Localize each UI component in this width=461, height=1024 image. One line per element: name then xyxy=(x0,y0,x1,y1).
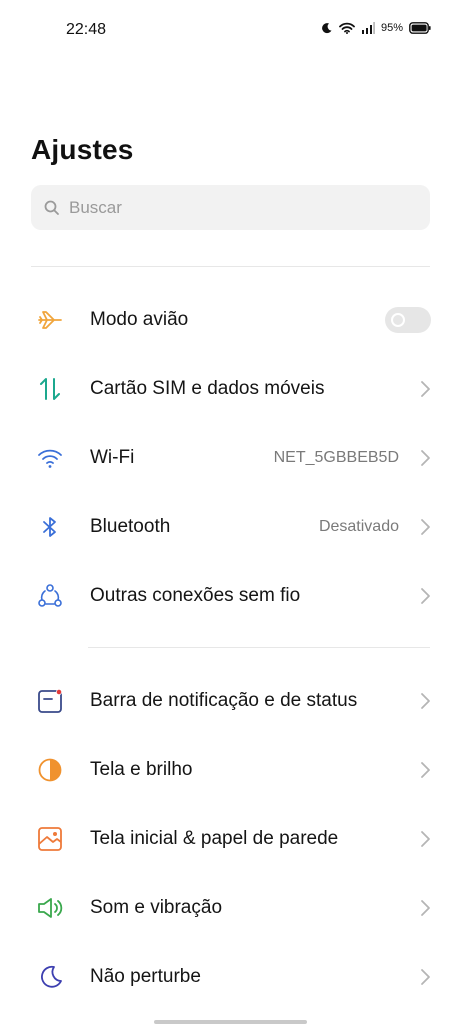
settings-item-sim-data[interactable]: Cartão SIM e dados móveis xyxy=(0,361,461,417)
battery-icon xyxy=(409,22,431,34)
settings-item-label: Wi-Fi xyxy=(90,447,135,468)
wifi-network-value: NET_5GBBEB5D xyxy=(273,449,399,466)
settings-item-label: Modo avião xyxy=(90,309,189,330)
settings-item-display-brightness[interactable]: Tela e brilho xyxy=(0,742,461,798)
chevron-right-icon xyxy=(421,969,430,985)
airplane-icon xyxy=(36,306,64,334)
bluetooth-icon xyxy=(36,513,64,541)
settings-item-label: Tela inicial & papel de parede xyxy=(90,828,339,849)
chevron-right-icon xyxy=(421,831,430,847)
settings-item-label: Outras conexões sem fio xyxy=(90,585,301,606)
airplane-mode-toggle[interactable] xyxy=(385,307,431,333)
settings-item-airplane-mode[interactable]: Modo avião xyxy=(0,292,461,348)
notification-bar-icon xyxy=(36,687,64,715)
settings-item-do-not-disturb[interactable]: Não perturbe xyxy=(0,949,461,1005)
settings-item-label: Barra de notificação e de status xyxy=(90,690,358,711)
divider xyxy=(31,266,430,267)
settings-item-wifi[interactable]: Wi-Fi NET_5GBBEB5D xyxy=(0,430,461,486)
chevron-right-icon xyxy=(421,450,430,466)
settings-item-label: Bluetooth xyxy=(90,516,171,537)
signal-status-icon xyxy=(361,22,375,34)
status-bar: 22:48 95% xyxy=(0,0,461,60)
status-time: 22:48 xyxy=(66,21,107,38)
settings-item-sound-vibration[interactable]: Som e vibração xyxy=(0,880,461,936)
settings-item-other-connections[interactable]: Outras conexões sem fio xyxy=(0,568,461,624)
chevron-right-icon xyxy=(421,519,430,535)
sound-icon xyxy=(36,894,64,922)
page-title: Ajustes xyxy=(31,134,134,165)
chevron-right-icon xyxy=(421,588,430,604)
chevron-right-icon xyxy=(421,762,430,778)
chevron-right-icon xyxy=(421,693,430,709)
battery-percent: 95% xyxy=(380,22,403,34)
brightness-icon xyxy=(36,756,64,784)
connections-icon xyxy=(36,582,64,610)
chevron-right-icon xyxy=(421,381,430,397)
bluetooth-status-value: Desativado xyxy=(318,518,399,535)
status-icons: 95% xyxy=(321,22,431,34)
moon-icon xyxy=(36,963,64,991)
chevron-right-icon xyxy=(421,900,430,916)
home-indicator[interactable] xyxy=(154,1020,307,1024)
wallpaper-icon xyxy=(36,825,64,853)
settings-item-bluetooth[interactable]: Bluetooth Desativado xyxy=(0,499,461,555)
settings-item-label: Som e vibração xyxy=(90,897,223,918)
toggle-knob xyxy=(391,313,405,327)
moon-status-icon xyxy=(322,23,332,34)
settings-item-home-wallpaper[interactable]: Tela inicial & papel de parede xyxy=(0,811,461,867)
sim-data-icon xyxy=(36,375,64,403)
settings-item-label: Cartão SIM e dados móveis xyxy=(90,378,325,399)
wifi-status-icon xyxy=(339,22,355,34)
divider xyxy=(88,647,430,648)
search-field[interactable]: Buscar xyxy=(31,185,430,230)
wifi-icon xyxy=(36,444,64,472)
search-icon xyxy=(44,200,59,215)
settings-item-label: Tela e brilho xyxy=(90,759,193,780)
search-placeholder: Buscar xyxy=(69,197,122,217)
settings-item-notification-bar[interactable]: Barra de notificação e de status xyxy=(0,673,461,729)
settings-item-label: Não perturbe xyxy=(90,966,201,987)
